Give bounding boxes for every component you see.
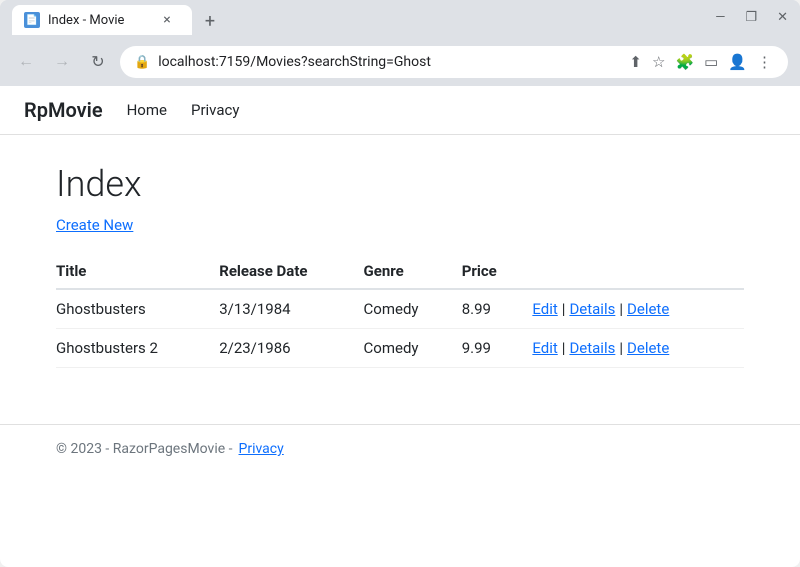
back-button[interactable]: ← xyxy=(12,48,40,76)
browser-window: Index - Movie × + — ❐ ✕ ← → ↻ 🔒 localhos… xyxy=(0,0,800,567)
table-header-row: Title Release Date Genre Price xyxy=(56,254,744,289)
address-bar[interactable]: 🔒 localhost:7159/Movies?searchString=Gho… xyxy=(120,46,788,78)
nav-link-privacy[interactable]: Privacy xyxy=(191,101,239,119)
active-tab[interactable]: Index - Movie × xyxy=(12,5,192,35)
action-delete-link[interactable]: Delete xyxy=(627,300,669,318)
table-row: Ghostbusters 22/23/1986Comedy9.99Edit | … xyxy=(56,329,744,368)
extensions-icon[interactable]: 🧩 xyxy=(673,51,696,73)
lock-icon: 🔒 xyxy=(134,55,150,70)
site-brand[interactable]: RpMovie xyxy=(24,98,103,122)
forward-button[interactable]: → xyxy=(48,48,76,76)
footer-privacy-link[interactable]: Privacy xyxy=(239,441,284,457)
reload-button[interactable]: ↻ xyxy=(84,48,112,76)
address-bar-row: ← → ↻ 🔒 localhost:7159/Movies?searchStri… xyxy=(0,40,800,86)
profile-icon[interactable]: 👤 xyxy=(726,51,749,73)
table-cell-3: 9.99 xyxy=(462,329,533,368)
action-details-link[interactable]: Details xyxy=(569,300,615,318)
table-cell-0: Ghostbusters xyxy=(56,289,219,329)
address-bar-icons: ⬆ ☆ 🧩 ▭ 👤 ⋮ xyxy=(627,51,774,73)
tab-close-button[interactable]: × xyxy=(158,11,176,29)
col-header-release-date: Release Date xyxy=(219,254,363,289)
action-separator: | xyxy=(619,300,623,318)
page-title: Index xyxy=(56,163,744,205)
col-header-actions xyxy=(532,254,744,289)
movie-table: Title Release Date Genre Price Ghostbust… xyxy=(56,254,744,368)
table-cell-3: 8.99 xyxy=(462,289,533,329)
action-edit-link[interactable]: Edit xyxy=(532,339,557,357)
minimize-button[interactable]: — xyxy=(715,10,725,25)
col-header-price: Price xyxy=(462,254,533,289)
page-content: RpMovie Home Privacy Index Create New Ti… xyxy=(0,86,800,567)
tab-title: Index - Movie xyxy=(48,13,124,28)
nav-link-home[interactable]: Home xyxy=(127,101,167,119)
footer-text: © 2023 - RazorPagesMovie - xyxy=(56,441,233,457)
sidebar-icon[interactable]: ▭ xyxy=(702,51,720,73)
maximize-button[interactable]: ❐ xyxy=(745,10,757,25)
action-separator: | xyxy=(619,339,623,357)
action-details-link[interactable]: Details xyxy=(569,339,615,357)
action-links: Edit | Details | Delete xyxy=(532,300,728,318)
new-tab-button[interactable]: + xyxy=(196,7,224,35)
bookmark-icon[interactable]: ☆ xyxy=(650,51,667,73)
share-icon[interactable]: ⬆ xyxy=(627,51,644,73)
create-new-link[interactable]: Create New xyxy=(56,216,133,234)
site-nav: RpMovie Home Privacy xyxy=(0,86,800,135)
table-cell-2: Comedy xyxy=(364,329,462,368)
table-cell-0: Ghostbusters 2 xyxy=(56,329,219,368)
tabs-section: Index - Movie × + xyxy=(12,5,715,35)
menu-icon[interactable]: ⋮ xyxy=(755,51,774,73)
action-delete-link[interactable]: Delete xyxy=(627,339,669,357)
close-button[interactable]: ✕ xyxy=(777,10,788,25)
action-edit-link[interactable]: Edit xyxy=(532,300,557,318)
title-bar: Index - Movie × + — ❐ ✕ xyxy=(0,0,800,40)
table-row: Ghostbusters3/13/1984Comedy8.99Edit | De… xyxy=(56,289,744,329)
main-content: Index Create New Title Release Date Genr… xyxy=(0,135,800,392)
action-separator: | xyxy=(562,339,566,357)
tab-favicon-icon xyxy=(24,12,40,28)
table-cell-2: Comedy xyxy=(364,289,462,329)
site-footer: © 2023 - RazorPagesMovie - Privacy xyxy=(0,424,800,473)
action-separator: | xyxy=(562,300,566,318)
action-links: Edit | Details | Delete xyxy=(532,339,728,357)
table-cell-1: 2/23/1986 xyxy=(219,329,363,368)
table-cell-actions: Edit | Details | Delete xyxy=(532,329,744,368)
address-text: localhost:7159/Movies?searchString=Ghost xyxy=(158,54,619,70)
window-controls: — ❐ ✕ xyxy=(715,10,788,31)
table-cell-actions: Edit | Details | Delete xyxy=(532,289,744,329)
col-header-genre: Genre xyxy=(364,254,462,289)
col-header-title: Title xyxy=(56,254,219,289)
table-cell-1: 3/13/1984 xyxy=(219,289,363,329)
